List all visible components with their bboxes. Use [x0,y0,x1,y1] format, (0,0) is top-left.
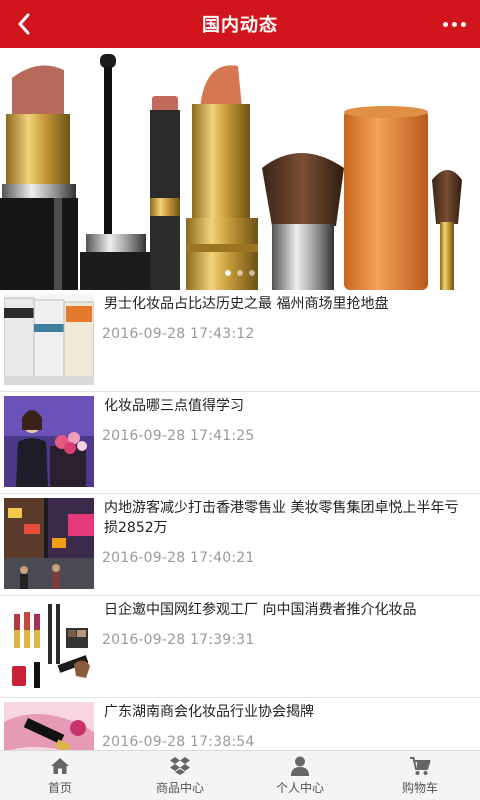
tab-label: 个人中心 [275,780,324,795]
tab-products[interactable]: 商品中心 [120,751,240,800]
chevron-left-icon [18,13,30,35]
news-title: 化妆品哪三点值得学习 [104,398,244,414]
carousel-dot[interactable] [225,270,231,276]
app-header: 国内动态 [0,0,480,48]
hongkong-street-image [4,498,94,589]
news-title: 日企邀中国网红参观工厂 向中国消费者推介化妆品 [104,602,417,618]
carousel-indicators [0,270,480,276]
tab-profile[interactable]: 个人中心 [240,751,360,800]
carousel-dot[interactable] [249,270,255,276]
news-date: 2016-09-28 17:39:31 [102,632,255,648]
pink-makeup-image [4,702,94,750]
news-list: 男士化妆品占比达历史之最 福州商场里抢地盘 2016-09-28 17:43:1… [0,290,480,750]
back-button[interactable] [8,8,40,40]
tab-home[interactable]: 首页 [0,751,120,800]
news-item[interactable]: 男士化妆品占比达历史之最 福州商场里抢地盘 2016-09-28 17:43:1… [0,290,480,392]
news-date: 2016-09-28 17:40:21 [102,550,255,566]
news-item[interactable]: 化妆品哪三点值得学习 2016-09-28 17:41:25 [0,392,480,494]
news-date: 2016-09-28 17:43:12 [102,326,255,342]
cart-icon [409,756,431,776]
news-thumbnail [4,702,94,750]
speaker-stage-image [4,396,94,487]
news-date: 2016-09-28 17:38:54 [102,734,255,750]
news-title: 广东湖南商会化妆品行业协会揭牌 [104,704,314,720]
news-date: 2016-09-28 17:41:25 [102,428,255,444]
tab-label: 商品中心 [155,780,204,795]
user-icon [289,756,311,776]
cosmetics-banner-image [0,48,480,290]
tab-label: 首页 [47,780,72,795]
more-button[interactable] [438,12,470,36]
news-thumbnail [4,396,94,487]
carousel-dot[interactable] [237,270,243,276]
home-icon [49,756,71,776]
men-cosmetics-tubes-image [4,294,94,385]
news-item[interactable]: 日企邀中国网红参观工厂 向中国消费者推介化妆品 2016-09-28 17:39… [0,596,480,698]
news-item[interactable]: 内地游客减少打击香港零售业 美妆零售集团卓悦上半年亏损2852万 2016-09… [0,494,480,596]
makeup-products-image [4,600,94,691]
news-title: 内地游客减少打击香港零售业 美妆零售集团卓悦上半年亏损2852万 [104,500,459,536]
tab-cart[interactable]: 购物车 [360,751,480,800]
news-thumbnail [4,294,94,385]
news-item[interactable]: 广东湖南商会化妆品行业协会揭牌 2016-09-28 17:38:54 [0,698,480,750]
news-title: 男士化妆品占比达历史之最 福州商场里抢地盘 [104,296,389,312]
news-thumbnail [4,600,94,691]
page-title: 国内动态 [202,15,278,36]
bottom-tab-bar: 首页 商品中心 个人中心 购物车 [0,750,480,800]
more-dots-icon [442,21,448,27]
banner-carousel[interactable] [0,48,480,290]
tab-label: 购物车 [401,780,438,795]
dropbox-icon [169,756,191,776]
news-thumbnail [4,498,94,589]
